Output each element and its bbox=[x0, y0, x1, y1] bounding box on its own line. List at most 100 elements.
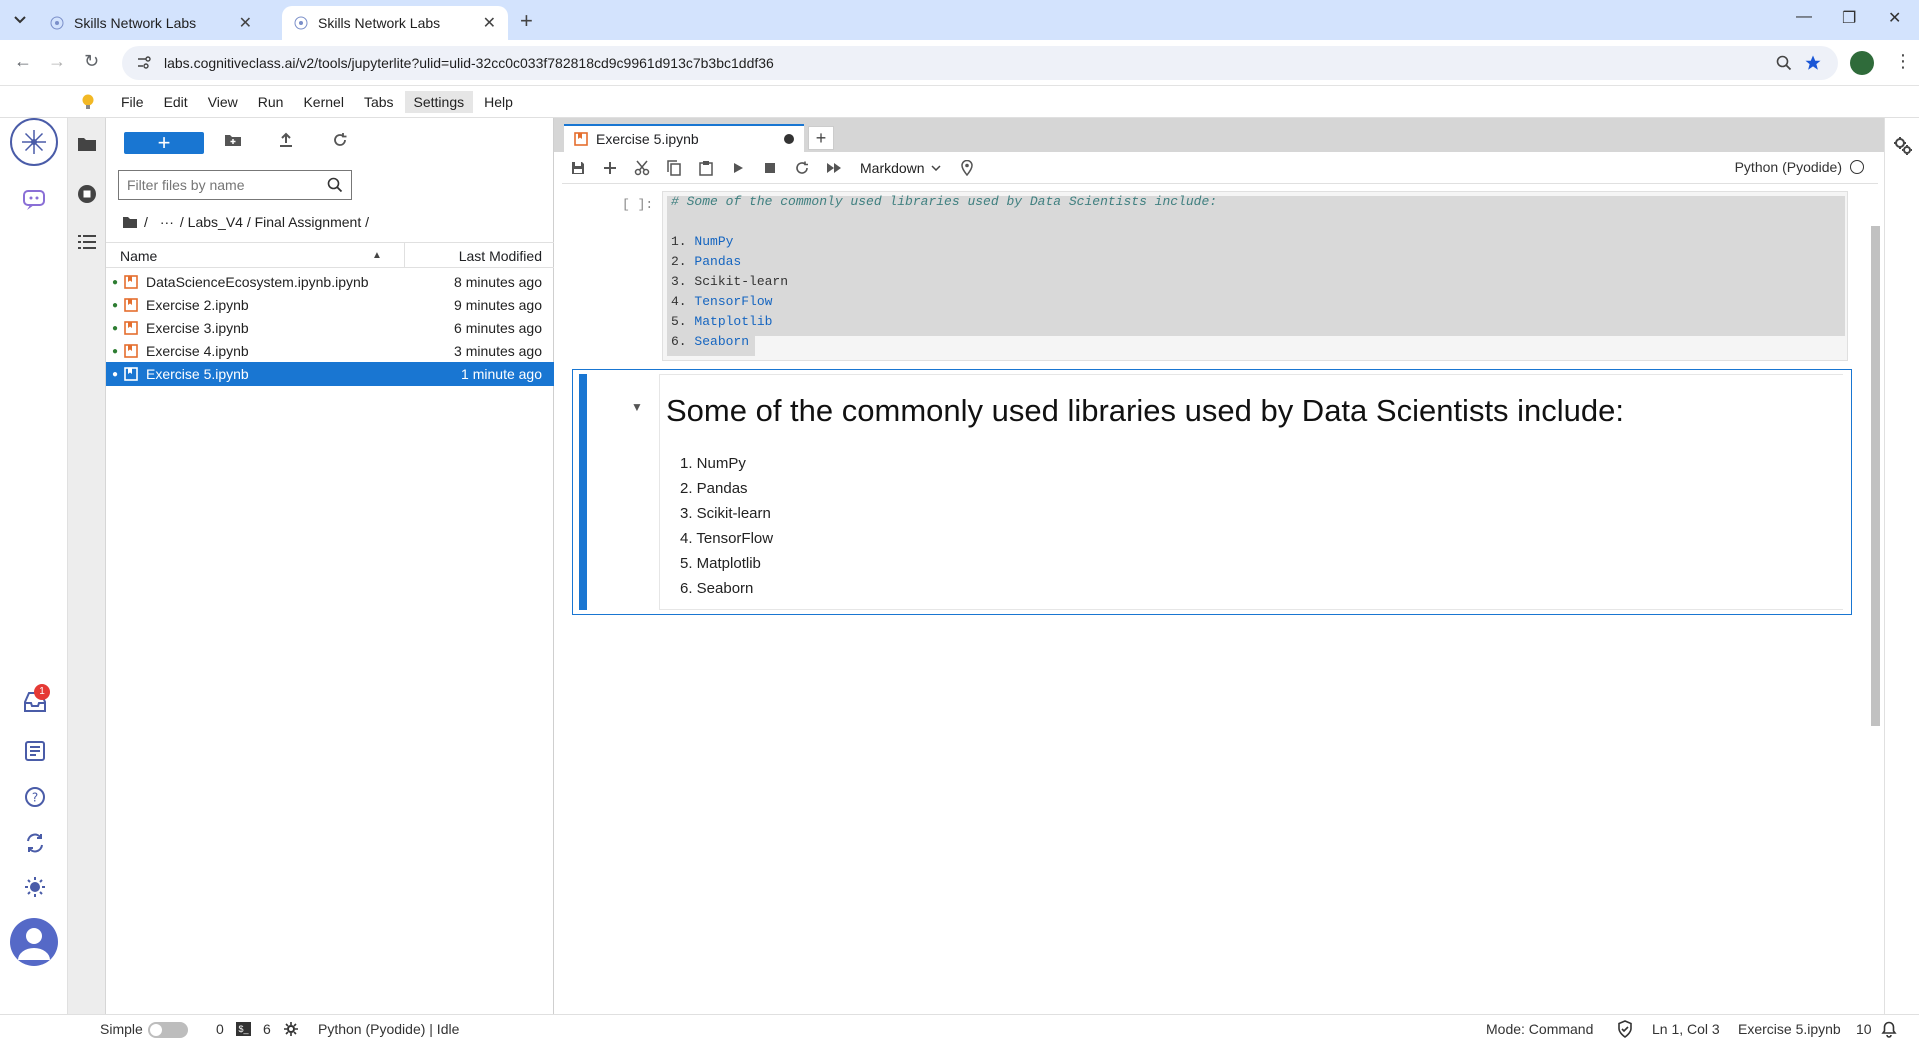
profile-avatar[interactable] bbox=[1850, 51, 1874, 75]
file-modified: 6 minutes ago bbox=[454, 320, 542, 336]
file-filter-input[interactable] bbox=[127, 177, 327, 193]
help-icon[interactable]: ? bbox=[24, 786, 46, 808]
simple-mode-toggle[interactable] bbox=[148, 1022, 188, 1038]
paste-icon[interactable] bbox=[690, 156, 722, 180]
notification-bell-icon[interactable] bbox=[1880, 1020, 1898, 1038]
theme-sun-icon[interactable] bbox=[24, 876, 46, 898]
zoom-icon[interactable] bbox=[1776, 55, 1792, 71]
new-document-tab-button[interactable]: + bbox=[808, 126, 834, 150]
file-row[interactable]: ● Exercise 4.ipynb 3 minutes ago bbox=[106, 339, 554, 363]
notebook-file-icon bbox=[124, 275, 138, 289]
forward-arrow-icon[interactable]: → bbox=[48, 51, 66, 72]
search-icon bbox=[327, 177, 343, 193]
new-folder-icon[interactable] bbox=[224, 132, 248, 154]
address-bar[interactable]: labs.cognitiveclass.ai/v2/tools/jupyterl… bbox=[122, 46, 1838, 80]
list-item: 6. Seaborn bbox=[680, 580, 754, 597]
breadcrumb-ellipsis[interactable]: ··· bbox=[160, 214, 174, 230]
upload-icon[interactable] bbox=[278, 132, 302, 154]
file-filter-field[interactable] bbox=[118, 170, 352, 200]
menu-view[interactable]: View bbox=[199, 91, 247, 113]
trusted-shield-icon[interactable] bbox=[1617, 1020, 1633, 1038]
notification-count[interactable]: 10 bbox=[1856, 1021, 1872, 1037]
kernel-indicator[interactable]: Python (Pyodide) bbox=[1735, 159, 1864, 175]
folder-home-icon[interactable] bbox=[122, 216, 138, 229]
menu-kernel[interactable]: Kernel bbox=[294, 91, 352, 113]
interrupt-kernel-icon[interactable] bbox=[754, 156, 786, 180]
copy-icon[interactable] bbox=[658, 156, 690, 180]
breadcrumb-root[interactable]: / bbox=[144, 214, 148, 230]
new-launcher-button[interactable]: + bbox=[124, 132, 204, 154]
location-pin-icon[interactable] bbox=[951, 156, 983, 180]
skills-network-sidebar: 1 ? bbox=[0, 118, 68, 1014]
menu-tabs[interactable]: Tabs bbox=[355, 91, 403, 113]
cell-type-select[interactable]: Markdown bbox=[860, 160, 941, 176]
folder-icon[interactable] bbox=[77, 136, 97, 152]
table-of-contents-icon[interactable] bbox=[78, 234, 96, 250]
minimize-window-button[interactable]: — bbox=[1796, 8, 1812, 26]
property-inspector-gears-icon[interactable] bbox=[1893, 136, 1913, 156]
breadcrumb: / ··· / Labs_V4 / Final Assignment / bbox=[122, 214, 369, 230]
file-row[interactable]: ● DataScienceEcosystem.ipynb.ipynb 8 min… bbox=[106, 270, 554, 294]
breadcrumb-path[interactable]: / Labs_V4 / Final Assignment / bbox=[180, 214, 369, 230]
run-cell-icon[interactable] bbox=[722, 156, 754, 180]
kernel-gear-icon[interactable] bbox=[283, 1021, 299, 1037]
back-arrow-icon[interactable]: ← bbox=[14, 51, 32, 72]
running-kernels-icon[interactable] bbox=[77, 184, 97, 204]
chevron-down-icon bbox=[931, 164, 941, 171]
menu-file[interactable]: File bbox=[112, 91, 153, 113]
skills-network-logo-icon[interactable] bbox=[10, 118, 58, 166]
sync-icon[interactable] bbox=[24, 832, 46, 854]
restart-run-all-icon[interactable] bbox=[818, 156, 850, 180]
kernel-status[interactable]: Python (Pyodide) | Idle bbox=[318, 1021, 459, 1037]
restart-kernel-icon[interactable] bbox=[786, 156, 818, 180]
active-markdown-cell[interactable]: ▼ Some of the commonly used libraries us… bbox=[572, 369, 1852, 615]
menu-run[interactable]: Run bbox=[249, 91, 293, 113]
unsaved-dot-icon[interactable] bbox=[784, 134, 794, 144]
reload-icon[interactable]: ↻ bbox=[84, 51, 99, 72]
inbox-badge: 1 bbox=[34, 684, 50, 700]
code-line: 6. Seaborn bbox=[671, 334, 750, 349]
cell-editor[interactable]: # Some of the commonly used libraries us… bbox=[662, 191, 1848, 361]
close-tab-icon[interactable]: ✕ bbox=[239, 13, 252, 33]
browser-menu-icon[interactable]: ⋮ bbox=[1894, 51, 1912, 72]
tab-search-chevron-icon[interactable] bbox=[8, 8, 32, 32]
user-avatar-icon[interactable] bbox=[10, 918, 58, 966]
bookmark-star-icon[interactable] bbox=[1804, 54, 1822, 72]
refresh-icon[interactable] bbox=[332, 132, 356, 154]
menu-edit[interactable]: Edit bbox=[155, 91, 197, 113]
cell-collapser-bar[interactable] bbox=[579, 374, 587, 610]
sort-ascending-icon[interactable]: ▲ bbox=[372, 250, 382, 261]
notebook-scrollbar[interactable] bbox=[1868, 214, 1882, 1004]
notebook-tab[interactable]: Exercise 5.ipynb bbox=[564, 124, 804, 152]
save-icon[interactable] bbox=[562, 156, 594, 180]
new-tab-button[interactable]: + bbox=[520, 8, 533, 34]
chat-assistant-icon[interactable] bbox=[22, 188, 48, 212]
file-modified: 9 minutes ago bbox=[454, 297, 542, 313]
terminal-count[interactable]: 0 bbox=[216, 1021, 224, 1037]
collapse-heading-icon[interactable]: ▼ bbox=[631, 400, 643, 414]
column-modified-header[interactable]: Last Modified bbox=[459, 248, 542, 264]
kernel-count[interactable]: 6 bbox=[263, 1021, 271, 1037]
close-window-button[interactable]: ✕ bbox=[1888, 8, 1901, 28]
cut-icon[interactable] bbox=[626, 156, 658, 180]
close-tab-icon[interactable]: ✕ bbox=[483, 13, 496, 33]
file-row-selected[interactable]: ● Exercise 5.ipynb 1 minute ago bbox=[106, 362, 554, 386]
jupyter-side-tabs bbox=[68, 118, 106, 1014]
site-info-icon[interactable] bbox=[136, 56, 152, 70]
cursor-position[interactable]: Ln 1, Col 3 bbox=[1652, 1021, 1720, 1037]
file-row[interactable]: ● Exercise 2.ipynb 9 minutes ago bbox=[106, 293, 554, 317]
terminal-icon[interactable]: $_ bbox=[236, 1022, 251, 1036]
file-row[interactable]: ● Exercise 3.ipynb 6 minutes ago bbox=[106, 316, 554, 340]
notebook-panel: [ ]: # Some of the commonly used librari… bbox=[562, 185, 1878, 1014]
column-name-header[interactable]: Name bbox=[120, 248, 157, 264]
scrollbar-thumb[interactable] bbox=[1871, 226, 1880, 726]
list-item: 4. TensorFlow bbox=[680, 530, 774, 547]
menu-help[interactable]: Help bbox=[475, 91, 522, 113]
restore-window-button[interactable]: ❐ bbox=[1842, 8, 1856, 28]
add-cell-icon[interactable] bbox=[594, 156, 626, 180]
notes-icon[interactable] bbox=[24, 740, 46, 762]
browser-tab-2[interactable]: Skills Network Labs ✕ bbox=[282, 6, 508, 40]
running-indicator-icon: ● bbox=[111, 299, 118, 311]
browser-tab-1[interactable]: Skills Network Labs ✕ bbox=[38, 6, 264, 40]
menu-settings[interactable]: Settings bbox=[404, 90, 474, 113]
